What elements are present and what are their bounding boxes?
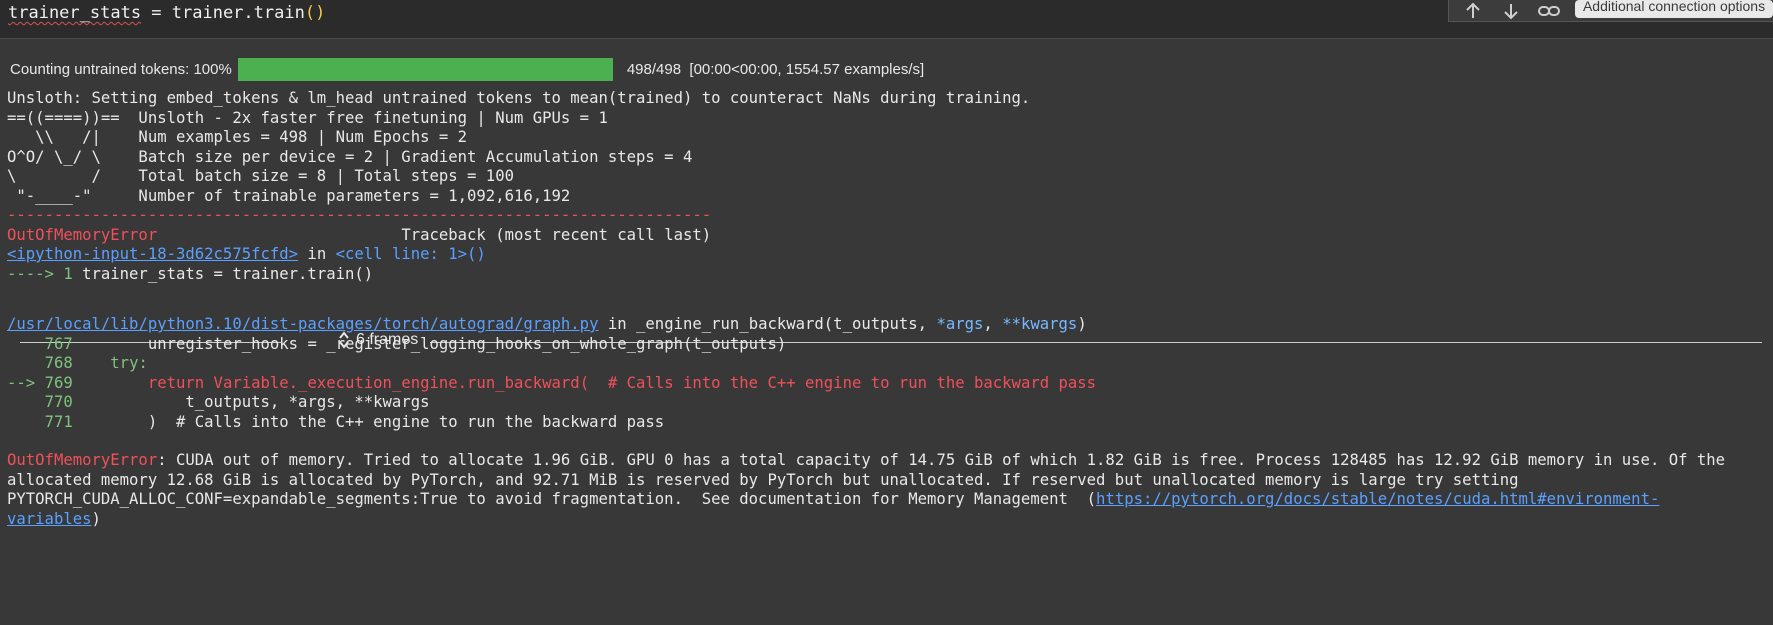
ipython-input-link[interactable]: <ipython-input-18-3d62c575fcfd> <box>7 245 298 263</box>
source-line: 770 t_outputs, *args, **kwargs <box>44 393 430 411</box>
code-call: = trainer.train <box>141 3 305 23</box>
final-error-name: OutOfMemoryError <box>7 451 158 469</box>
arrow-code: trainer_stats = trainer.train() <box>72 264 374 283</box>
error-name: OutOfMemoryError <box>7 225 158 244</box>
code-parens: () <box>304 3 326 23</box>
traceback-location: <ipython-input-18-3d62c575fcfd> in <cell… <box>7 245 486 263</box>
source-line: 768 try: <box>44 354 148 372</box>
error-message-line: PYTORCH_CUDA_ALLOC_CONF=expandable_segme… <box>7 490 1660 508</box>
progress-bar <box>237 57 613 81</box>
source-line-current: --> 769 return Variable._execution_engin… <box>7 373 1097 392</box>
line-number: 771 <box>44 412 73 431</box>
traceback-header: OutOfMemoryError Traceback (most recent … <box>7 226 711 246</box>
log-line: \\ /| Num examples = 498 | Num Epochs = … <box>7 128 468 146</box>
frame-location: /usr/local/lib/python3.10/dist-packages/… <box>7 315 1087 333</box>
cell-toolbar: Additional connection options <box>1448 0 1773 22</box>
traceback-dashes: ----------------------------------------… <box>7 206 712 224</box>
pytorch-docs-link-cont[interactable]: variables <box>7 510 92 528</box>
line-number: 768 <box>44 354 73 372</box>
code-editor-line[interactable]: trainer_stats = trainer.train() <box>8 2 325 24</box>
log-line: Unsloth: Setting embed_tokens & lm_head … <box>7 89 1031 107</box>
line-number: 767 <box>44 334 73 353</box>
log-line: "-____-" Number of trainable parameters … <box>7 186 571 205</box>
connection-options-tooltip: Additional connection options <box>1574 0 1773 18</box>
source-line: 771 ) # Calls into the C++ engine to run… <box>44 412 665 431</box>
progress-counts: 498/498 <box>626 60 682 78</box>
graph-py-link[interactable]: /usr/local/lib/python3.10/dist-packages/… <box>7 315 598 333</box>
progress-rate: 1554.57 examples/s] <box>785 60 925 78</box>
error-message-line: OutOfMemoryError: CUDA out of memory. Tr… <box>7 451 1726 469</box>
log-line: O^O/ \_/ \ Batch size per device = 2 | G… <box>7 147 693 166</box>
line-number: 769 <box>44 373 73 392</box>
error-message-line: allocated memory 12.68 GiB is allocated … <box>7 470 1519 489</box>
arrow-up-icon[interactable] <box>1461 0 1485 22</box>
cell-line-ref: <cell line: 1>() <box>335 245 486 263</box>
link-icon[interactable] <box>1537 0 1561 22</box>
traceback-arrow-line: ----> 1 trainer_stats = trainer.train() <box>7 265 373 285</box>
arrow-marker: ----> 1 <box>7 264 73 283</box>
traceback-title: Traceback (most recent call last) <box>401 225 712 244</box>
pytorch-docs-link[interactable]: https://pytorch.org/docs/stable/notes/cu… <box>1096 490 1659 508</box>
progress-label: Counting untrained tokens: 100% <box>10 60 232 78</box>
progress-timing: [00:00<00:00, <box>689 60 782 78</box>
progress-row: Counting untrained tokens: 100% 498/498 … <box>10 57 924 81</box>
log-line: \ / Total batch size = 8 | Total steps =… <box>7 167 514 185</box>
line-number: 770 <box>44 393 73 411</box>
arrow-down-icon[interactable] <box>1499 0 1523 22</box>
error-message-line: variables) <box>7 509 101 528</box>
source-line: 767 unregister_hooks = _register_logging… <box>44 334 787 353</box>
log-line: ==((====))== Unsloth - 2x faster free fi… <box>7 108 608 127</box>
code-cell[interactable]: trainer_stats = trainer.train() Addition… <box>0 0 1773 39</box>
code-variable: trainer_stats <box>8 3 142 23</box>
